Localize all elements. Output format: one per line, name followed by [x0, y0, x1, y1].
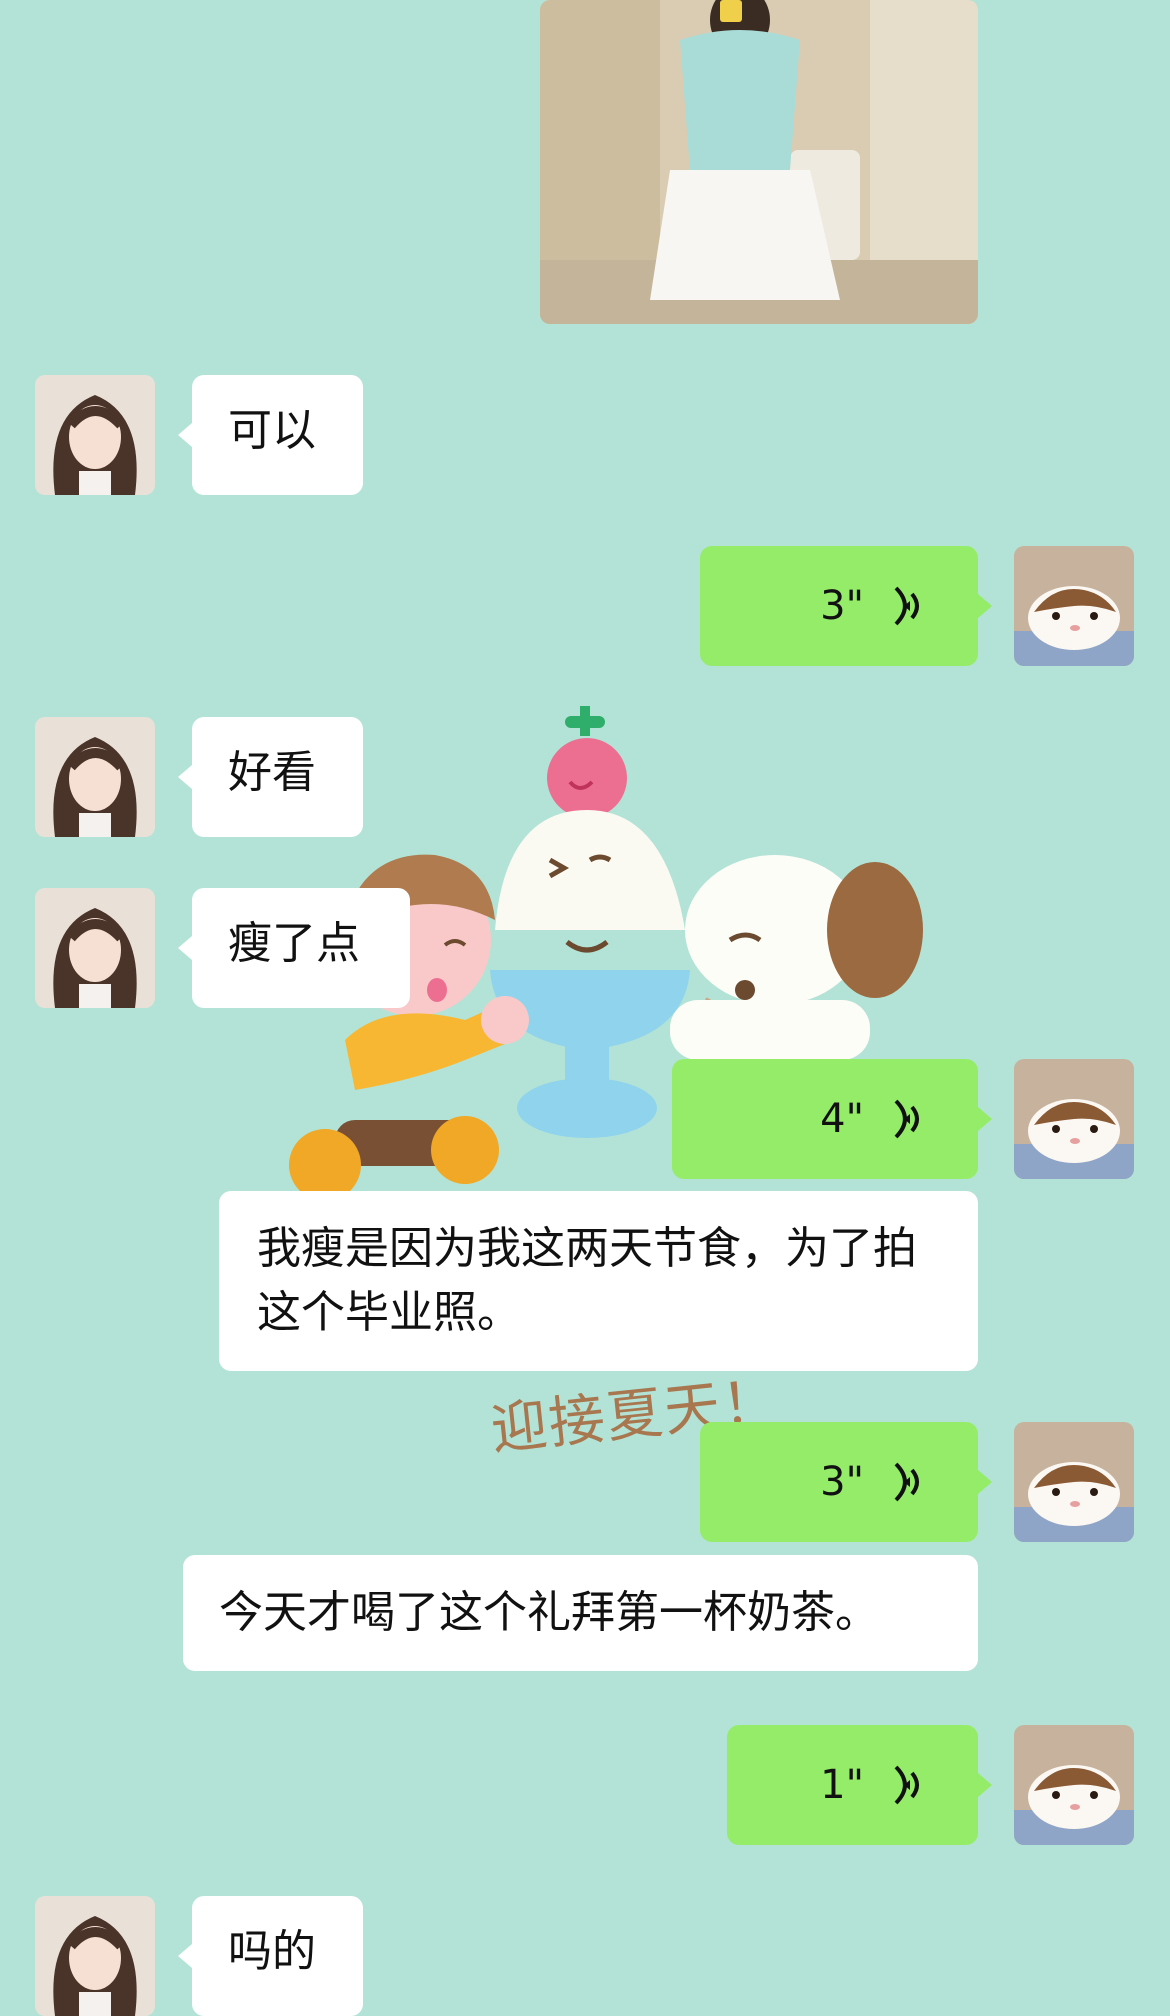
message-bubble[interactable]: 我瘦是因为我这两天节食，为了拍这个毕业照。	[219, 1191, 978, 1371]
message-text: 可以	[228, 405, 316, 456]
photo-message[interactable]	[540, 0, 978, 324]
message-bubble[interactable]: 好看	[178, 717, 363, 837]
message-text: 我瘦是因为我这两天节食，为了拍这个毕业照。	[257, 1223, 917, 1338]
contact-avatar[interactable]	[35, 1896, 155, 2016]
guinea-pig-avatar-image	[1014, 1422, 1134, 1542]
girl-avatar-image	[35, 888, 155, 1008]
message-bubble[interactable]: 吗的	[178, 1896, 363, 2016]
voice-wave-icon	[894, 586, 919, 626]
voice-duration: 1"	[820, 1762, 864, 1808]
bubble-tail	[978, 594, 992, 618]
message-bubble[interactable]: 瘦了点	[178, 888, 410, 1008]
girl-avatar-image	[35, 375, 155, 495]
voice-duration: 4"	[820, 1096, 864, 1142]
voice-message[interactable]: 3"	[700, 546, 992, 666]
girl-avatar-image	[35, 717, 155, 837]
guinea-pig-avatar-image	[1014, 1725, 1134, 1845]
message-text: 瘦了点	[228, 918, 360, 969]
guinea-pig-avatar-image	[1014, 546, 1134, 666]
voice-message[interactable]: 3"	[700, 1422, 992, 1542]
voice-duration: 3"	[820, 1459, 864, 1505]
my-avatar[interactable]	[1014, 1422, 1134, 1542]
message-text: 今天才喝了这个礼拜第一杯奶茶。	[219, 1587, 879, 1638]
my-avatar[interactable]	[1014, 546, 1134, 666]
message-bubble[interactable]: 可以	[178, 375, 363, 495]
bubble-tail	[178, 936, 192, 960]
photo-image	[540, 0, 978, 324]
bubble-tail	[978, 1470, 992, 1494]
voice-wave-icon	[894, 1765, 919, 1805]
voice-duration: 3"	[820, 583, 864, 629]
bubble-tail	[178, 1944, 192, 1968]
voice-message[interactable]: 1"	[727, 1725, 992, 1845]
voice-wave-icon	[894, 1099, 919, 1139]
message-bubble[interactable]: 今天才喝了这个礼拜第一杯奶茶。	[183, 1555, 978, 1671]
girl-avatar-image	[35, 1896, 155, 2016]
bubble-tail	[178, 765, 192, 789]
contact-avatar[interactable]	[35, 888, 155, 1008]
voice-message[interactable]: 4"	[672, 1059, 992, 1179]
my-avatar[interactable]	[1014, 1725, 1134, 1845]
voice-wave-icon	[894, 1462, 919, 1502]
bubble-tail	[178, 423, 192, 447]
my-avatar[interactable]	[1014, 1059, 1134, 1179]
contact-avatar[interactable]	[35, 375, 155, 495]
bubble-tail	[978, 1107, 992, 1131]
bubble-tail	[978, 1773, 992, 1797]
message-text: 好看	[228, 747, 316, 798]
guinea-pig-avatar-image	[1014, 1059, 1134, 1179]
contact-avatar[interactable]	[35, 717, 155, 837]
message-text: 吗的	[228, 1926, 316, 1977]
